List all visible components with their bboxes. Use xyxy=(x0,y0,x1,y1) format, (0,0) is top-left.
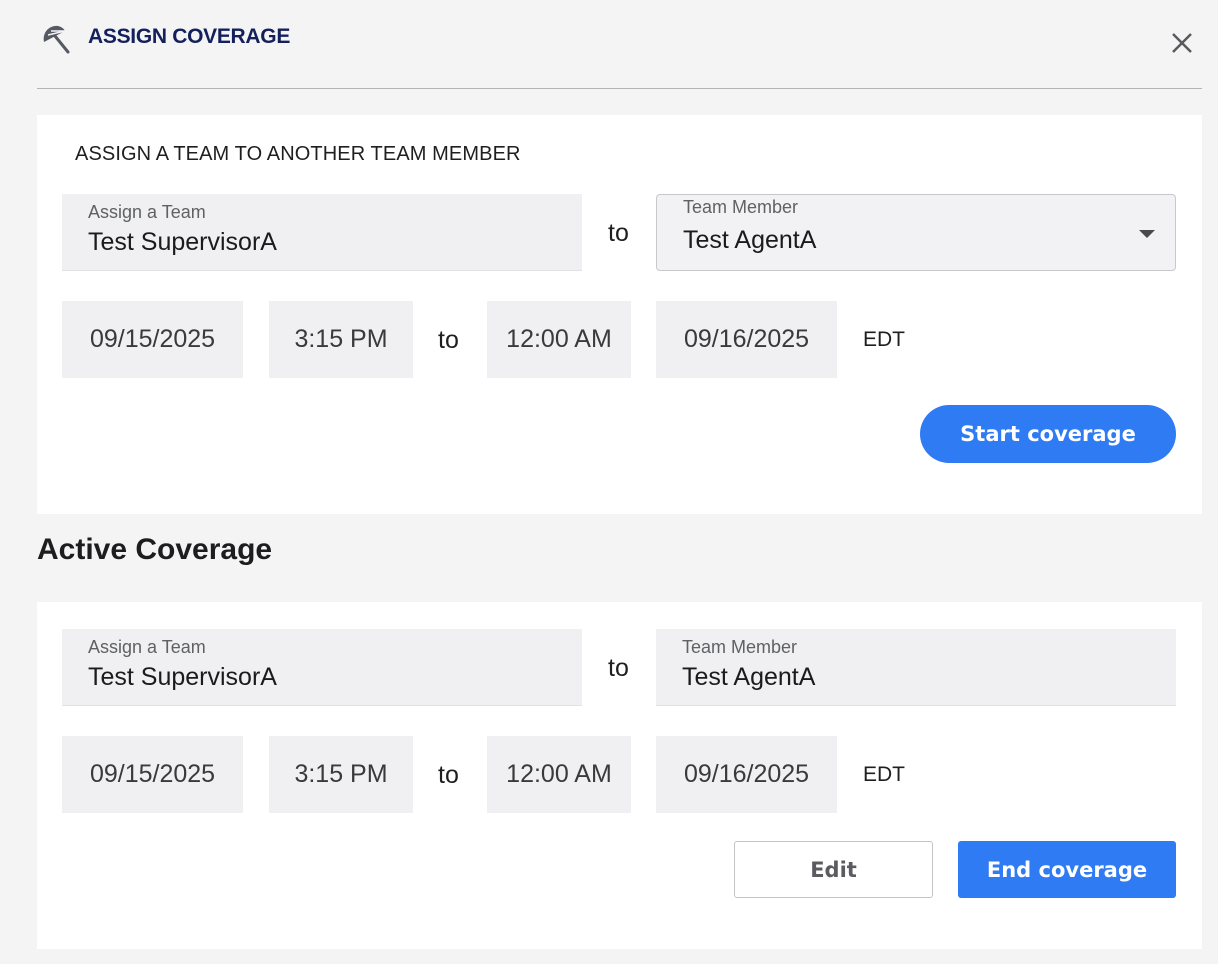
start-date-input[interactable]: 09/15/2025 xyxy=(62,301,243,378)
active-coverage-title: Active Coverage xyxy=(37,533,273,566)
team-member-label: Team Member xyxy=(683,197,799,217)
assign-team-value: Test SupervisorA xyxy=(88,228,277,256)
end-date-input[interactable]: 09/16/2025 xyxy=(656,301,837,378)
dialog-title: ASSIGN COVERAGE xyxy=(88,25,291,48)
close-icon[interactable] xyxy=(1168,29,1196,57)
umbrella-icon xyxy=(40,22,72,54)
active-coverage-card: Assign a Team Test SupervisorA to Team M… xyxy=(37,602,1202,949)
chevron-down-icon xyxy=(1139,230,1155,238)
start-time-input[interactable]: 3:15 PM xyxy=(269,301,413,378)
to-label: to xyxy=(608,219,629,247)
active-team-label: Assign a Team xyxy=(88,637,206,657)
active-start-date: 09/15/2025 xyxy=(62,736,243,813)
range-to-label: to xyxy=(438,326,459,354)
active-end-time: 12:00 AM xyxy=(487,736,631,813)
active-timezone-label: EDT xyxy=(863,763,905,786)
active-to-label: to xyxy=(608,654,629,682)
active-member-field: Team Member Test AgentA xyxy=(656,629,1176,706)
active-end-date: 09/16/2025 xyxy=(656,736,837,813)
active-range-to-label: to xyxy=(438,761,459,789)
timezone-label: EDT xyxy=(863,328,905,351)
active-member-value: Test AgentA xyxy=(682,663,816,691)
active-member-label: Team Member xyxy=(682,637,798,657)
dialog-header: ASSIGN COVERAGE xyxy=(37,0,1202,89)
assign-team-label: Assign a Team xyxy=(88,202,206,222)
team-member-value: Test AgentA xyxy=(683,226,817,254)
end-time-input[interactable]: 12:00 AM xyxy=(487,301,631,378)
edit-button[interactable]: Edit xyxy=(734,841,933,898)
active-team-value: Test SupervisorA xyxy=(88,663,277,691)
end-coverage-button[interactable]: End coverage xyxy=(958,841,1176,898)
assign-coverage-card: ASSIGN A TEAM TO ANOTHER TEAM MEMBER Ass… xyxy=(37,115,1202,514)
active-team-field: Assign a Team Test SupervisorA xyxy=(62,629,582,706)
start-coverage-button[interactable]: Start coverage xyxy=(920,405,1176,463)
active-start-time: 3:15 PM xyxy=(269,736,413,813)
team-member-select[interactable]: Team Member Test AgentA xyxy=(656,194,1176,271)
assign-form-heading: ASSIGN A TEAM TO ANOTHER TEAM MEMBER xyxy=(75,143,521,165)
assign-team-field[interactable]: Assign a Team Test SupervisorA xyxy=(62,194,582,271)
